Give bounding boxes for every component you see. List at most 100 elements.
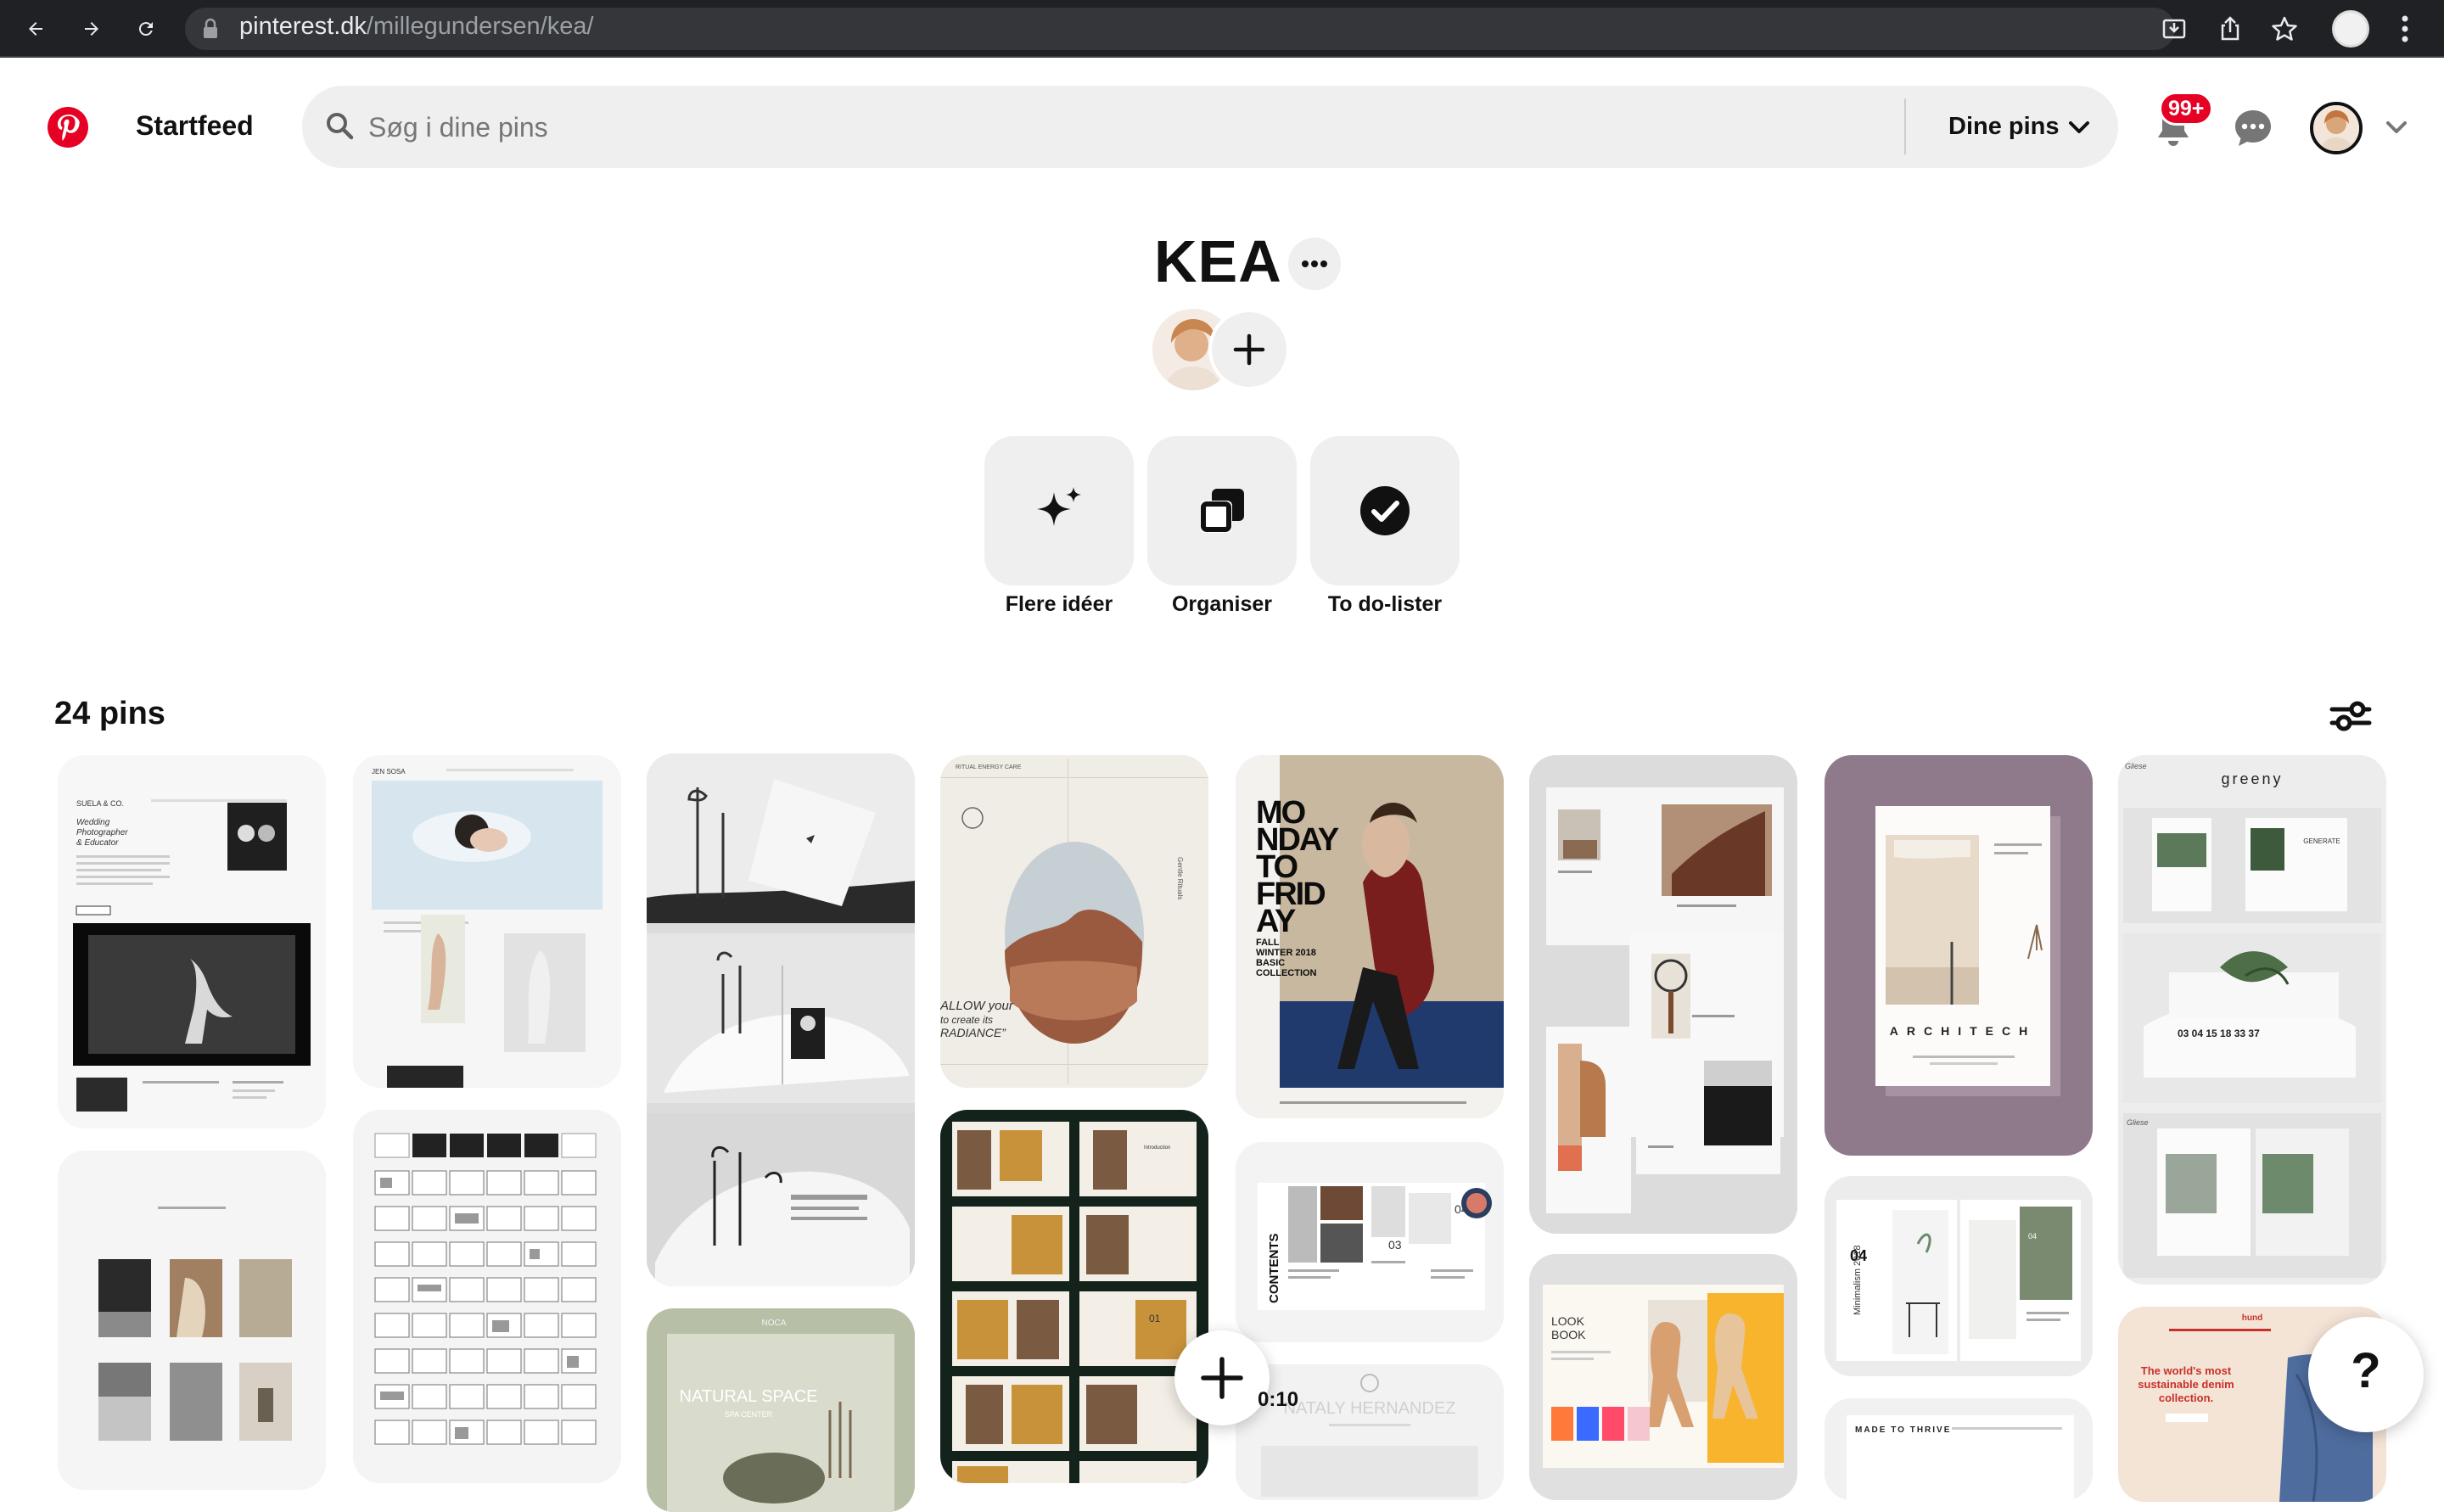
pin-image: MADE TO THRIVE (1825, 1398, 2093, 1500)
svg-text:The world's most: The world's most (2141, 1364, 2232, 1377)
svg-text:RADIANCE”: RADIANCE” (940, 1026, 1006, 1039)
pin-image: RITUAL ENERGY CARE ALLOW your to create … (940, 755, 1208, 1088)
help-button[interactable]: ? (2308, 1317, 2424, 1432)
forward-button[interactable] (75, 12, 109, 46)
pin-headline: NATURAL SPACE (680, 1387, 818, 1406)
install-icon (2162, 19, 2186, 39)
more-ideas-label: Flere idéer (1005, 592, 1113, 616)
pin-image: NATALY HERNANDEZ (1236, 1364, 1504, 1500)
svg-text:GENERATE: GENERATE (2303, 837, 2340, 845)
pin-card[interactable] (58, 1151, 326, 1490)
svg-text:NATALY HERNANDEZ: NATALY HERNANDEZ (1284, 1399, 1456, 1418)
svg-text:Photographer: Photographer (76, 828, 128, 837)
pin-headline: ARCHITECH (1890, 1024, 2036, 1038)
url-host: pinterest.dk (239, 13, 367, 40)
pin-headline: CONTENTS (1267, 1234, 1281, 1304)
pin-card[interactable]: Gliese greeny GENERATE 03 04 15 18 33 37… (2118, 755, 2386, 1285)
reload-button[interactable] (129, 12, 163, 46)
svg-text:Gentle Rituals: Gentle Rituals (1176, 857, 1184, 899)
pin-card[interactable]: RITUAL ENERGY CARE ALLOW your to create … (940, 755, 1208, 1088)
star-icon (2272, 16, 2297, 41)
svg-text:04: 04 (2028, 1232, 2037, 1240)
pin-card[interactable]: NATALY HERNANDEZ (1236, 1364, 1504, 1500)
pin-image: 04 Minimalism 2018 04 (1825, 1176, 2093, 1376)
svg-text:NOCA: NOCA (762, 1319, 787, 1328)
svg-text:to create its: to create its (940, 1014, 993, 1026)
back-button[interactable] (19, 12, 53, 46)
pin-image: ARCHITECH (1825, 755, 2093, 1156)
todo-lists-label: To do-lister (1327, 592, 1443, 616)
pin-card[interactable]: ARCHITECH (1825, 755, 2093, 1156)
reload-icon (138, 22, 153, 36)
svg-text:BASIC: BASIC (1256, 958, 1285, 968)
chevron-down-icon[interactable] (2067, 117, 2091, 137)
pin-image (647, 753, 915, 1286)
browser-profile-avatar[interactable] (2332, 10, 2369, 48)
pin-card[interactable] (647, 753, 915, 1286)
lock-icon (204, 18, 217, 38)
account-chevron-down-icon[interactable] (2385, 117, 2408, 137)
share-icon (2221, 16, 2239, 41)
pin-card[interactable]: LOOK BOOK (1529, 1254, 1797, 1500)
pinterest-p-icon (58, 115, 80, 141)
search-icon (327, 113, 354, 140)
board-options-button[interactable] (1288, 238, 1341, 290)
pin-card[interactable] (353, 1110, 621, 1483)
pin-image: SUELA & CO. Wedding Photographer & Educa… (58, 755, 326, 1128)
pin-image: Gliese greeny GENERATE 03 04 15 18 33 37… (2118, 755, 2386, 1285)
create-pin-button[interactable] (1174, 1330, 1270, 1425)
pin-count: 24 pins (54, 696, 165, 731)
pin-image (353, 1110, 621, 1483)
add-collaborator-button[interactable] (1208, 309, 1290, 390)
svg-text:& Educator: & Educator (76, 838, 119, 848)
search-scope-label[interactable]: Dine pins (1948, 113, 2060, 141)
url-path: /millegundersen/kea/ (366, 13, 594, 40)
notifications-badge: 99+ (2159, 92, 2214, 126)
pin-brand: RITUAL ENERGY CARE (956, 764, 1022, 770)
browser-menu-icon[interactable] (2395, 12, 2415, 46)
pin-card[interactable]: 04 Minimalism 2018 04 (1825, 1176, 2093, 1376)
pin-card[interactable] (1529, 755, 1797, 1234)
url-text[interactable]: pinterest.dk/millegundersen/kea/ (239, 13, 594, 41)
pin-image: JEN SOSA (353, 755, 621, 1088)
svg-text:FALL: FALL (1256, 938, 1280, 948)
pin-card[interactable]: MADE TO THRIVE (1825, 1398, 2093, 1500)
pin-image: Introduction 01 (940, 1110, 1208, 1483)
svg-text:Minimalism 2018: Minimalism 2018 (1853, 1245, 1863, 1315)
pin-brand: SPA CENTER (725, 1410, 773, 1419)
filter-settings-icon[interactable] (2325, 691, 2376, 742)
search-divider (1904, 98, 1906, 154)
install-app-button[interactable] (2159, 14, 2189, 44)
organize-icon (1200, 489, 1244, 533)
more-dots-icon (1302, 260, 1327, 267)
browser-toolbar: pinterest.dk/millegundersen/kea/ (0, 0, 2444, 58)
user-avatar[interactable] (2310, 102, 2363, 154)
svg-text:BOOK: BOOK (1551, 1328, 1586, 1341)
share-button[interactable] (2215, 14, 2245, 44)
pin-image: LOOK BOOK (1529, 1254, 1797, 1500)
bookmark-button[interactable] (2269, 14, 2300, 44)
pin-card[interactable]: Introduction 01 (940, 1110, 1208, 1483)
pin-image: NOCA NATURAL SPACE SPA CENTER (647, 1308, 915, 1512)
organize-button[interactable] (1147, 436, 1297, 585)
pin-image: CONTENTS 03 04 (1236, 1142, 1504, 1342)
svg-text:03 04 15 18 33 37: 03 04 15 18 33 37 (2178, 1028, 2260, 1039)
pin-card[interactable]: NOCA NATURAL SPACE SPA CENTER (647, 1308, 915, 1512)
pin-card[interactable]: CONTENTS 03 04 (1236, 1142, 1504, 1342)
todo-lists-button[interactable] (1310, 436, 1460, 585)
sparkle-icon (1037, 487, 1081, 526)
pin-brand: SUELA & CO. (76, 799, 124, 808)
pin-card[interactable]: MO NDAY TO FRID AY FALL WINTER 2018 BASI… (1236, 755, 1504, 1118)
svg-text:03: 03 (1388, 1238, 1402, 1252)
messages-icon[interactable] (2232, 107, 2274, 149)
pin-brand: JEN SOSA (372, 768, 406, 776)
pin-card[interactable]: JEN SOSA (353, 755, 621, 1088)
more-ideas-button[interactable] (984, 436, 1134, 585)
plus-icon (1233, 333, 1265, 366)
home-feed-link[interactable]: Startfeed (136, 110, 254, 142)
pinterest-logo[interactable] (48, 107, 88, 148)
svg-text:Gliese: Gliese (2127, 1118, 2149, 1127)
search-input[interactable] (368, 104, 1879, 151)
pin-card[interactable]: SUELA & CO. Wedding Photographer & Educa… (58, 755, 326, 1128)
svg-text:Introduction: Introduction (1144, 1145, 1170, 1151)
